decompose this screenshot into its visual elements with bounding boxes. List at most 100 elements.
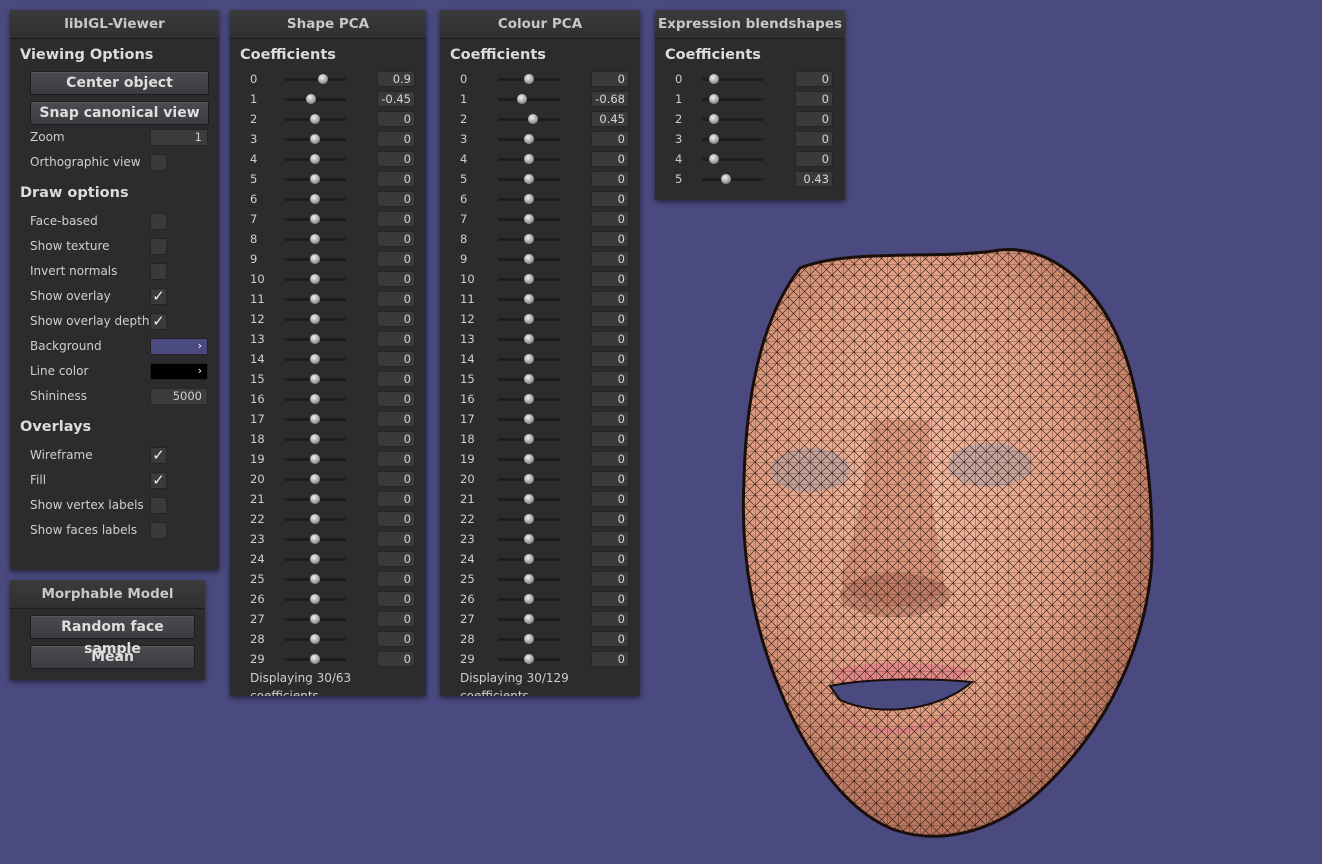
coefficient-value-input[interactable]: 0 [377,111,415,127]
face-mesh-viewport[interactable] [700,220,1160,850]
coefficient-value-input[interactable]: -0.45 [377,91,415,107]
coefficient-slider[interactable] [702,178,764,181]
slider-handle[interactable] [310,154,320,164]
coefficient-value-input[interactable]: 0.43 [795,171,833,187]
coefficient-value-input[interactable]: 0 [795,131,833,147]
coefficient-value-input[interactable]: 0 [377,611,415,627]
slider-handle[interactable] [310,634,320,644]
slider-handle[interactable] [310,454,320,464]
slider-handle[interactable] [524,154,534,164]
slider-handle[interactable] [524,414,534,424]
section-viewing-options[interactable]: Viewing Options [10,39,219,71]
coefficient-value-input[interactable]: 0 [377,351,415,367]
slider-handle[interactable] [524,354,534,364]
slider-handle[interactable] [524,234,534,244]
coefficient-value-input[interactable]: 0 [377,491,415,507]
slider-handle[interactable] [524,194,534,204]
slider-handle[interactable] [310,114,320,124]
slider-handle[interactable] [709,74,720,84]
coefficient-value-input[interactable]: 0 [377,651,415,667]
slider-handle[interactable] [310,274,320,284]
coefficient-value-input[interactable]: 0 [591,71,629,87]
slider-handle[interactable] [524,74,534,84]
coefficient-value-input[interactable]: 0 [591,311,629,327]
coefficient-value-input[interactable]: 0 [377,591,415,607]
coefficient-value-input[interactable]: 0 [591,531,629,547]
show-vertex-labels-checkbox[interactable] [150,497,167,514]
coefficient-value-input[interactable]: 0 [591,191,629,207]
slider-handle[interactable] [310,334,320,344]
coefficient-value-input[interactable]: 0 [591,571,629,587]
slider-handle[interactable] [310,354,320,364]
slider-handle[interactable] [310,374,320,384]
coefficient-value-input[interactable]: 0 [795,91,833,107]
slider-handle[interactable] [524,294,534,304]
slider-handle[interactable] [524,534,534,544]
coefficient-value-input[interactable]: 0 [377,151,415,167]
slider-handle[interactable] [524,454,534,464]
coefficient-value-input[interactable]: 0 [591,231,629,247]
mean-button[interactable]: Mean [30,645,195,669]
panel-title[interactable]: Colour PCA [440,10,640,39]
slider-handle[interactable] [524,634,534,644]
slider-handle[interactable] [524,654,534,664]
coefficient-value-input[interactable]: 0 [591,211,629,227]
slider-handle[interactable] [310,234,320,244]
face-based-checkbox[interactable] [150,213,167,230]
panel-title[interactable]: libIGL-Viewer [10,10,219,39]
slider-handle[interactable] [524,314,534,324]
coefficient-slider[interactable] [284,78,346,81]
zoom-input[interactable]: 1 [150,129,208,146]
coefficient-value-input[interactable]: 0 [377,131,415,147]
coefficient-value-input[interactable]: 0 [591,351,629,367]
show-faces-labels-checkbox[interactable] [150,522,167,539]
slider-handle[interactable] [524,274,534,284]
coefficient-value-input[interactable]: 0 [795,111,833,127]
slider-handle[interactable] [709,134,720,144]
slider-handle[interactable] [524,614,534,624]
coefficient-slider[interactable] [498,98,560,101]
slider-handle[interactable] [310,574,320,584]
coefficient-value-input[interactable]: 0 [591,451,629,467]
slider-handle[interactable] [709,114,720,124]
slider-handle[interactable] [524,394,534,404]
coefficient-value-input[interactable]: 0 [377,511,415,527]
slider-handle[interactable] [524,474,534,484]
slider-handle[interactable] [524,434,534,444]
coefficient-value-input[interactable]: 0 [591,391,629,407]
coefficient-value-input[interactable]: 0 [591,431,629,447]
shininess-input[interactable]: 5000 [150,388,208,405]
slider-handle[interactable] [524,514,534,524]
slider-handle[interactable] [524,134,534,144]
random-face-sample-button[interactable]: Random face sample [30,615,195,657]
center-object-button[interactable]: Center object [30,71,209,95]
coefficient-value-input[interactable]: 0 [591,151,629,167]
coefficient-value-input[interactable]: 0 [591,471,629,487]
coefficient-value-input[interactable]: 0 [377,451,415,467]
slider-handle[interactable] [310,214,320,224]
slider-handle[interactable] [524,494,534,504]
slider-handle[interactable] [524,574,534,584]
slider-handle[interactable] [310,654,320,664]
coefficient-value-input[interactable]: 0 [591,331,629,347]
coefficient-value-input[interactable]: 0 [377,231,415,247]
slider-handle[interactable] [305,94,316,104]
slider-handle[interactable] [524,254,534,264]
coefficient-value-input[interactable]: 0 [377,271,415,287]
slider-handle[interactable] [310,494,320,504]
slider-handle[interactable] [310,394,320,404]
coefficient-value-input[interactable]: 0 [377,411,415,427]
coefficient-value-input[interactable]: 0 [591,611,629,627]
coefficient-value-input[interactable]: 0 [377,171,415,187]
coefficient-value-input[interactable]: 0 [377,531,415,547]
slider-handle[interactable] [517,94,528,104]
section-draw-options[interactable]: Draw options [10,177,219,209]
coefficient-value-input[interactable]: 0 [377,471,415,487]
slider-handle[interactable] [709,154,720,164]
section-coefficients[interactable]: Coefficients [440,39,640,71]
coefficient-value-input[interactable]: 0 [377,391,415,407]
orthographic-checkbox[interactable] [150,154,167,171]
slider-handle[interactable] [524,374,534,384]
coefficient-value-input[interactable]: 0 [591,291,629,307]
coefficient-value-input[interactable]: 0 [377,251,415,267]
